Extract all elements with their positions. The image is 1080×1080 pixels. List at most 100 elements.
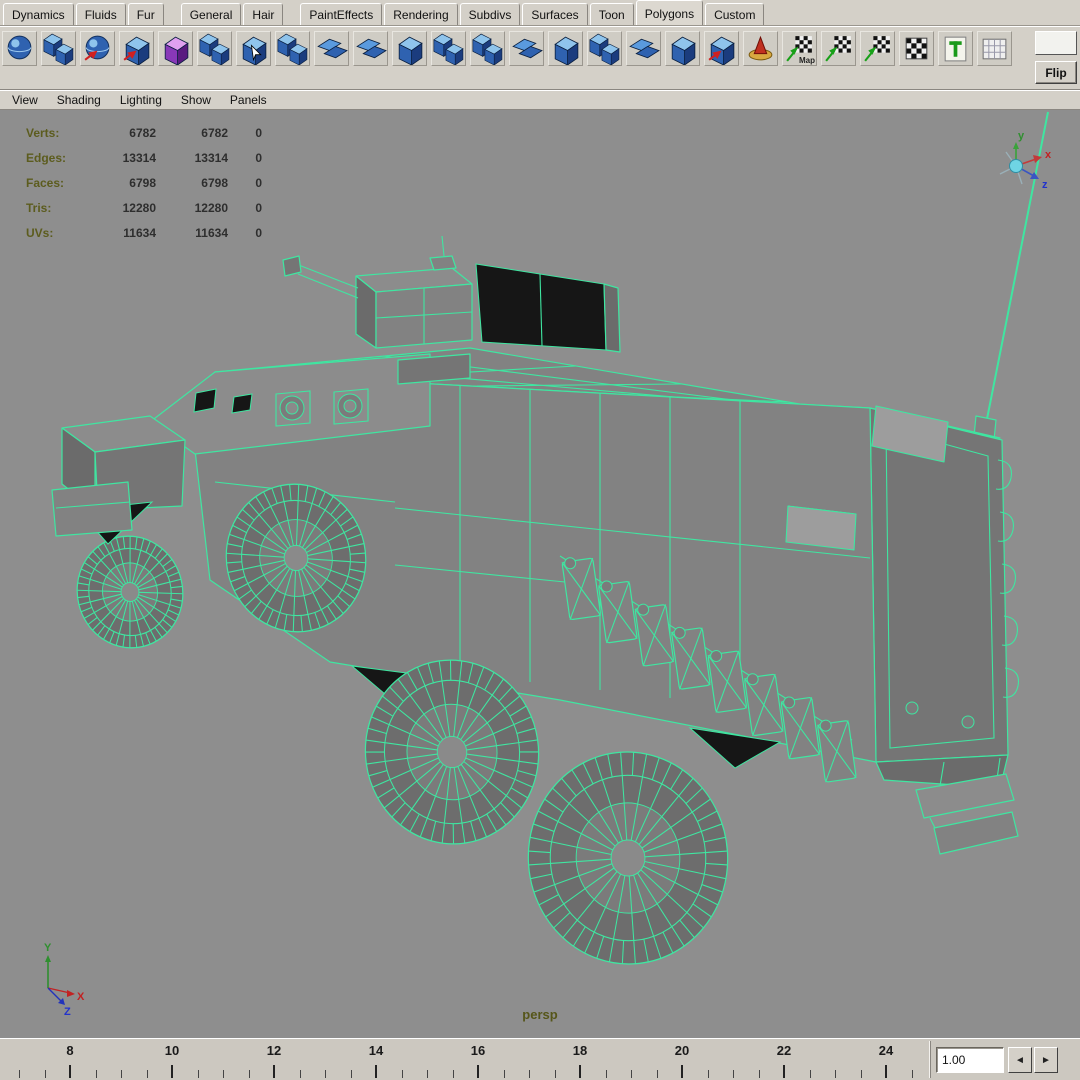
time-tick [529,1070,530,1078]
shelf-poly-sphere-icon[interactable] [2,31,37,66]
tab-hair[interactable]: Hair [243,3,284,25]
panel-menu-lighting[interactable]: Lighting [120,93,162,107]
time-tick [44,1070,46,1078]
camera-name-label: persp [522,1007,558,1022]
tab-rendering[interactable]: Rendering [384,3,458,25]
wheel-rear-2 [527,751,729,965]
time-tick-major [681,1065,683,1078]
shelf-poly-combine-icon[interactable] [275,31,310,66]
tab-polygons[interactable]: Polygons [635,0,704,25]
hud-row-edges: Edges: 13314 13314 0 [26,145,262,170]
menu-tab-bar: Dynamics Fluids Fur General Hair PaintEf… [0,0,1080,26]
shelf-smooth-proxy-icon[interactable] [236,31,271,66]
current-frame-field[interactable] [936,1047,1004,1073]
shelf-smooth-sphere-icon[interactable] [80,31,115,66]
tab-surfaces[interactable]: Surfaces [522,3,588,25]
viewport-persp[interactable]: Verts: 6782 6782 0 Edges: 13314 13314 0 … [0,110,1080,1038]
tab-fluids[interactable]: Fluids [75,3,126,25]
step-back-button[interactable]: ◄ [1008,1047,1032,1073]
tab-general[interactable]: General [180,3,242,25]
hud-label: Edges: [26,150,67,165]
shelf-uv-snapshot-icon[interactable] [860,31,895,66]
shelf-poly-boolean-union-icon[interactable] [431,31,466,66]
time-tick [452,1070,454,1078]
shelf-uv-checker-icon[interactable] [821,31,856,66]
time-tick [146,1070,148,1078]
shelf-text-tool-icon[interactable] [938,31,973,66]
shelf-poly-cube-arrow-icon[interactable] [119,31,154,66]
tab-painteffects[interactable]: PaintEffects [300,3,383,25]
panel-menu-shading[interactable]: Shading [57,93,101,107]
shelf-poly-cubes-icon[interactable] [41,31,76,66]
shelf-blank-button[interactable] [1035,31,1077,55]
hud-value: 12280 [194,200,228,215]
time-tick [707,1070,709,1078]
tab-custom[interactable]: Custom [705,3,765,25]
time-label: 8 [66,1043,74,1058]
shelf-poly-boolean-difference-icon[interactable] [470,31,505,66]
truck-gun-barrel [295,263,359,289]
shelf-poly-texture-cube-icon[interactable] [158,31,193,66]
truck-bumper [51,481,133,537]
time-label: 12 [266,1043,282,1058]
shelf-poly-smooth-icon[interactable] [704,31,739,66]
shelf-poly-triangulate-icon[interactable] [509,31,544,66]
shelf-poly-split-icon[interactable] [626,31,661,66]
wheel-front-1 [76,535,184,649]
time-tick [631,1070,632,1078]
shelf-poly-quadrangulate-icon[interactable] [548,31,583,66]
shelf-poly-extrude-icon[interactable] [314,31,349,66]
shelf-poly-subdivide-icon[interactable] [665,31,700,66]
tab-toon[interactable]: Toon [589,3,634,25]
hud-row-verts: Verts: 6782 6782 0 [26,120,262,145]
shelf-poly-merge-icon[interactable] [587,31,622,66]
time-tick [733,1070,734,1078]
tab-fur[interactable]: Fur [127,3,164,25]
panel-menu-panels[interactable]: Panels [230,93,267,107]
gizmo-y-label: y [1018,130,1025,142]
shelf-poly-bevel-icon[interactable] [392,31,427,66]
hud-row-tris: Tris: 12280 12280 0 [26,195,262,220]
tab-dynamics[interactable]: Dynamics [3,3,74,25]
hud-label: UVs: [26,225,54,240]
hud-row-faces: Faces: 6798 6798 0 [26,170,262,195]
shelf-poly-extrude-face-icon[interactable] [353,31,388,66]
view-axis-gizmo[interactable]: y x z [999,130,1052,191]
shelf-poly-mirror-icon[interactable] [197,31,232,66]
step-forward-button[interactable]: ► [1034,1047,1058,1073]
time-tick [197,1070,199,1078]
time-tick [758,1070,760,1078]
axis-x-label: X [77,991,85,1003]
panel-menu-show[interactable]: Show [181,93,211,107]
time-slider-track[interactable]: 8 10 12 14 16 18 20 22 24 [0,1039,928,1080]
time-tick [401,1070,403,1078]
hud-label: Verts: [26,125,60,140]
hud-value: 0 [255,200,262,215]
time-label: 10 [164,1043,180,1058]
panel-menu-view[interactable]: View [12,93,38,107]
hud-row-uvs: UVs: 11634 11634 0 [26,220,262,245]
shelf-sculpt-tool-icon[interactable] [743,31,778,66]
time-label: 20 [674,1043,690,1058]
shelf-checker-icon[interactable] [899,31,934,66]
time-tick [835,1070,836,1078]
time-tick-major [375,1065,377,1078]
flip-button[interactable]: Flip [1035,61,1077,84]
hud-value: 11634 [195,225,228,240]
shelf-uv-map-icon[interactable]: Map [782,31,817,66]
time-tick [860,1070,862,1078]
tab-subdivs[interactable]: Subdivs [459,3,521,25]
axis-y-label: Y [44,942,52,954]
time-tick [911,1070,913,1078]
time-tick [350,1070,352,1078]
hud-value: 11634 [123,225,156,240]
time-label: 16 [470,1043,486,1058]
time-slider: 8 10 12 14 16 18 20 22 24 ◄ ► [0,1038,1080,1080]
hud-value: 0 [255,125,262,140]
time-label: 24 [878,1043,894,1058]
time-tick-major [885,1065,887,1078]
hud-value: 6782 [201,125,228,140]
shelf-uv-grid-icon[interactable] [977,31,1012,66]
time-tick [223,1070,224,1078]
time-tick [554,1070,556,1078]
